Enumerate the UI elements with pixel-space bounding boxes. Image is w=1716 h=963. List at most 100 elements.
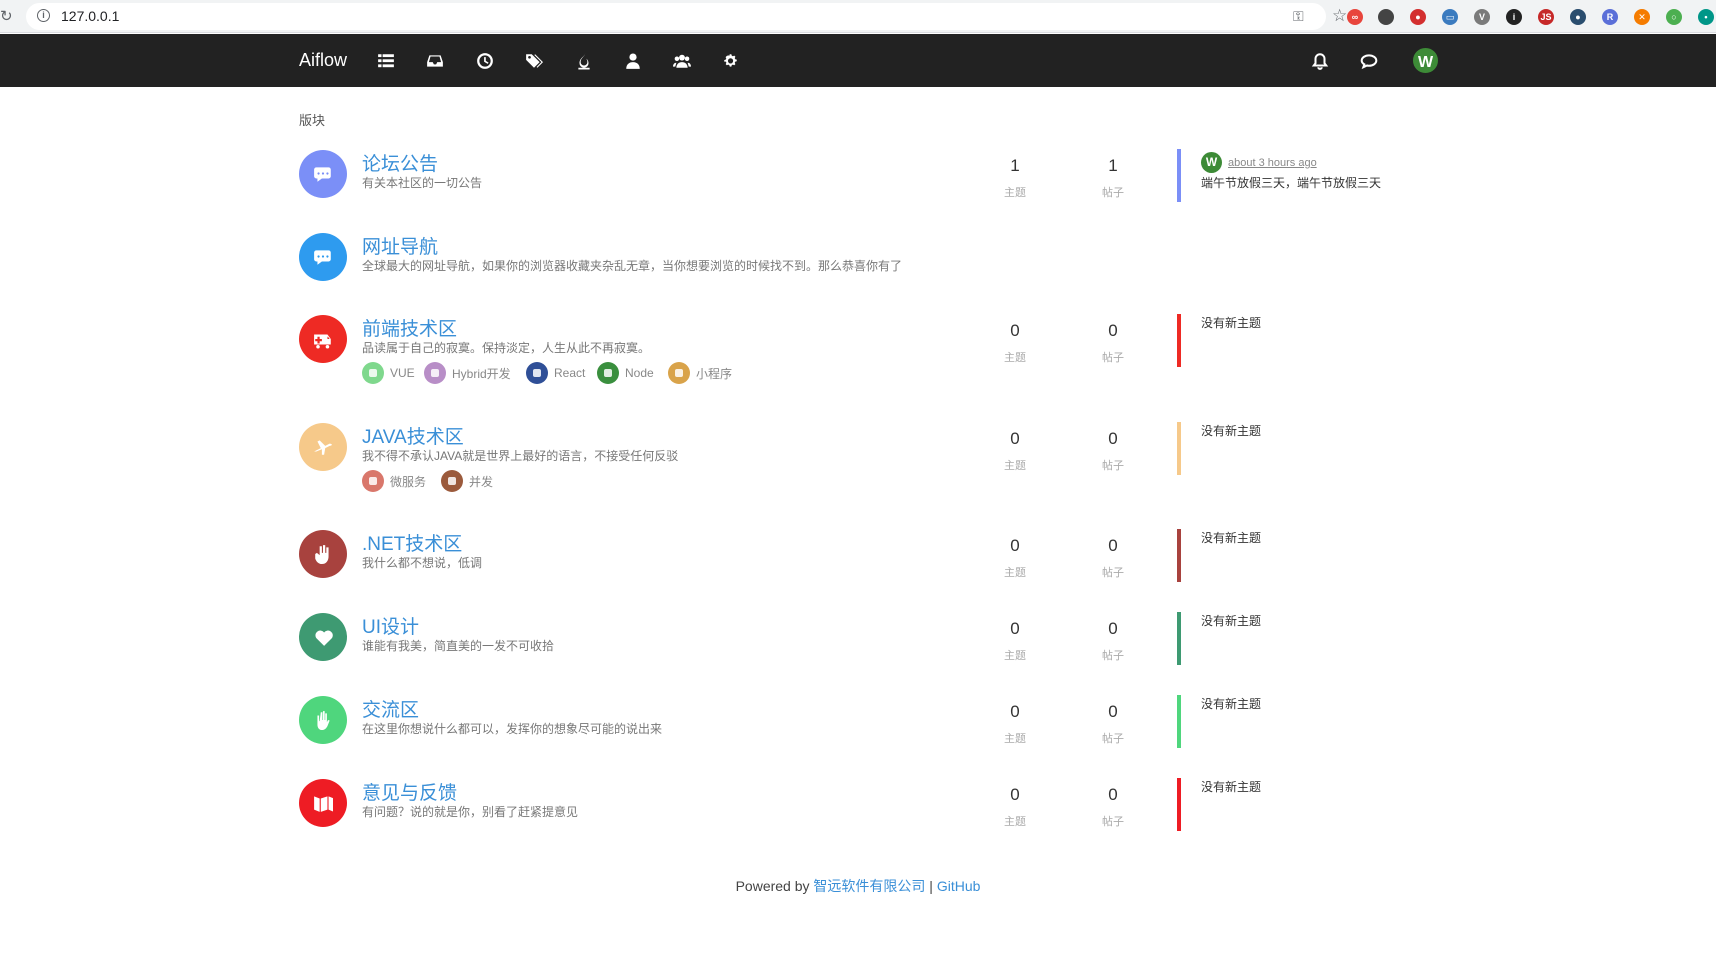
topics-count: 0 xyxy=(1010,429,1020,448)
fire-icon[interactable] xyxy=(575,52,593,70)
tag-label: VUE xyxy=(390,366,415,380)
tags-icon[interactable] xyxy=(525,52,543,70)
posts-count: 0 xyxy=(1108,321,1118,340)
latest-divider xyxy=(1177,612,1181,665)
latest-divider xyxy=(1177,149,1181,202)
posts-count: 0 xyxy=(1108,785,1118,804)
bell-icon[interactable] xyxy=(1311,52,1329,70)
brand-logo[interactable]: Aiflow xyxy=(299,50,347,71)
latest-divider xyxy=(1177,529,1181,582)
ext-shield-icon[interactable]: ● xyxy=(1410,9,1426,25)
category-title[interactable]: 前端技术区 xyxy=(362,314,457,341)
subcategory-tag[interactable]: VUE xyxy=(362,362,415,384)
category-icon-7[interactable] xyxy=(299,779,347,827)
subcategory-tag[interactable]: React xyxy=(526,362,585,384)
category-icon-4[interactable] xyxy=(299,530,347,578)
tag-label: 小程序 xyxy=(696,366,733,381)
tag-label: 微服务 xyxy=(390,474,427,489)
tag-icon xyxy=(362,362,384,384)
latest-divider xyxy=(1177,314,1181,367)
hand-icon xyxy=(315,545,329,564)
ext-screen-icon[interactable]: ▭ xyxy=(1442,9,1458,25)
posts-label: 帖子 xyxy=(1102,816,1124,828)
ext-dot-icon[interactable]: • xyxy=(1698,9,1714,25)
address-bar[interactable]: i 127.0.0.1 ⚿ ☆ xyxy=(26,3,1347,30)
ext-code-icon[interactable] xyxy=(1378,9,1394,25)
category-icon-2[interactable] xyxy=(299,315,347,363)
ext-js-icon[interactable]: JS xyxy=(1538,9,1554,25)
category-title[interactable]: 论坛公告 xyxy=(362,149,438,176)
topics-count: 0 xyxy=(1010,321,1020,340)
users-icon[interactable] xyxy=(673,52,691,70)
tag-label: Node xyxy=(625,366,654,380)
browser-toolbar: ↻ i 127.0.0.1 ⚿ ☆ ∞ ● ▭ Vi JS ● R ✕ ○ • xyxy=(0,0,1716,33)
footer-github-link[interactable]: GitHub xyxy=(937,878,981,894)
cogs-icon[interactable] xyxy=(722,52,740,70)
comment-icon[interactable] xyxy=(1360,52,1378,70)
tag-icon xyxy=(526,362,548,384)
tag-icon xyxy=(597,362,619,384)
user-avatar[interactable]: W xyxy=(1411,46,1440,75)
tag-icon xyxy=(441,470,463,492)
plane-icon xyxy=(314,440,332,455)
topics-count: 0 xyxy=(1010,536,1020,555)
subcategory-tag[interactable]: 小程序 xyxy=(668,362,732,384)
category-icon-5[interactable] xyxy=(299,613,347,661)
ext-x-icon[interactable]: ✕ xyxy=(1634,9,1650,25)
category-title[interactable]: 网址导航 xyxy=(362,232,438,259)
ext-vue-icon[interactable]: V xyxy=(1474,9,1490,25)
tag-icon xyxy=(424,362,446,384)
ext-infinity-icon[interactable]: ∞ xyxy=(1347,9,1363,25)
inbox-icon[interactable] xyxy=(426,52,444,70)
user-icon[interactable] xyxy=(624,52,642,70)
no-new-topic: 没有新主题 xyxy=(1201,531,1262,545)
category-title[interactable]: JAVA技术区 xyxy=(362,422,464,449)
category-desc: 品读属于自己的寂寞。保持淡定，人生从此不再寂寞。 xyxy=(362,341,651,355)
category-title[interactable]: UI设计 xyxy=(362,612,419,639)
ext-chrome-icon[interactable]: ○ xyxy=(1666,9,1682,25)
ext-info-icon[interactable]: i xyxy=(1506,9,1522,25)
latest-post-time[interactable]: about 3 hours ago xyxy=(1228,157,1317,169)
category-icon-6[interactable] xyxy=(299,696,347,744)
footer-company-link[interactable]: 智远软件有限公司 xyxy=(813,878,925,894)
address-url[interactable]: 127.0.0.1 xyxy=(61,8,119,24)
posts-label: 帖子 xyxy=(1102,460,1124,472)
comments-icon xyxy=(314,250,331,265)
tag-label: 并发 xyxy=(469,474,494,489)
category-desc: 谁能有我美，简直美的一发不可收拾 xyxy=(362,639,555,653)
category-title[interactable]: .NET技术区 xyxy=(362,529,462,556)
posts-count: 0 xyxy=(1108,619,1118,638)
clock-icon[interactable] xyxy=(476,52,494,70)
no-new-topic: 没有新主题 xyxy=(1201,614,1262,628)
category-title[interactable]: 意见与反馈 xyxy=(362,778,457,805)
category-icon-3[interactable] xyxy=(299,423,347,471)
footer-separator: | xyxy=(925,878,937,894)
posts-label: 帖子 xyxy=(1102,187,1124,199)
topics-label: 主题 xyxy=(1004,460,1026,472)
subcategory-tag[interactable]: Node xyxy=(597,362,654,384)
category-icon-1[interactable] xyxy=(299,233,347,281)
ext-r-icon[interactable]: R xyxy=(1602,9,1618,25)
posts-count: 0 xyxy=(1108,536,1118,555)
subcategory-tag[interactable]: 并发 xyxy=(441,470,493,492)
bookmark-star-icon[interactable]: ☆ xyxy=(1332,6,1347,26)
category-title[interactable]: 交流区 xyxy=(362,695,419,722)
topics-label: 主题 xyxy=(1004,816,1026,828)
reload-icon[interactable]: ↻ xyxy=(0,7,13,25)
ext-globe-icon[interactable]: ● xyxy=(1570,9,1586,25)
key-icon[interactable]: ⚿ xyxy=(1293,8,1304,25)
latest-post-avatar[interactable]: W xyxy=(1201,152,1222,173)
latest-divider xyxy=(1177,422,1181,475)
posts-count: 1 xyxy=(1108,156,1118,175)
posts-label: 帖子 xyxy=(1102,733,1124,745)
category-desc: 有关本社区的一切公告 xyxy=(362,176,483,190)
map-icon xyxy=(314,796,333,812)
list-icon[interactable] xyxy=(377,52,395,70)
topics-label: 主题 xyxy=(1004,187,1026,199)
latest-post-topic[interactable]: 端午节放假三天，端午节放假三天 xyxy=(1201,174,1381,191)
subcategory-tag[interactable]: 微服务 xyxy=(362,470,426,492)
category-icon-0[interactable] xyxy=(299,150,347,198)
subcategory-tag[interactable]: Hybrid开发 xyxy=(424,362,511,384)
posts-label: 帖子 xyxy=(1102,352,1124,364)
site-info-icon[interactable]: i xyxy=(37,9,50,22)
